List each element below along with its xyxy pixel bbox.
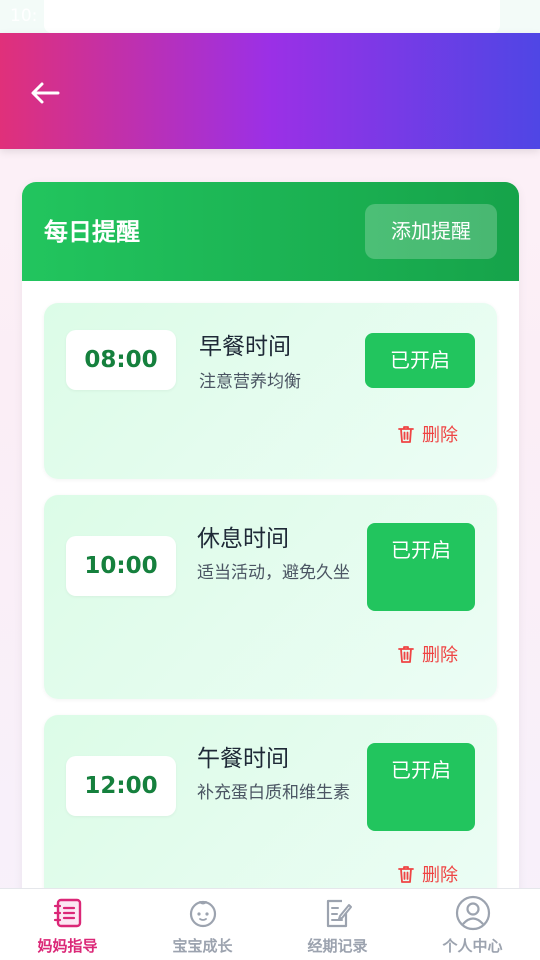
panel-header: 每日提醒 添加提醒 bbox=[22, 182, 519, 281]
bottom-tab-bar: 妈妈指导 宝宝成长 经期记录 个人中心 bbox=[0, 888, 540, 960]
tab-mom-guide[interactable]: 妈妈指导 bbox=[0, 889, 135, 960]
delete-label: 删除 bbox=[422, 865, 458, 886]
panel-title: 每日提醒 bbox=[44, 218, 140, 246]
delete-reminder-button[interactable]: 删除 bbox=[396, 421, 458, 447]
status-bar: 10: bbox=[0, 0, 540, 33]
edit-note-icon bbox=[326, 899, 352, 928]
reminder-toggle-button[interactable]: 已开启 bbox=[367, 743, 475, 831]
add-reminder-button[interactable]: 添加提醒 bbox=[365, 204, 497, 259]
daily-reminders-panel: 每日提醒 添加提醒 08:00 早餐时间 注意营养均衡 已开启 删除 10:00… bbox=[22, 182, 519, 902]
reminder-toggle-button[interactable]: 已开启 bbox=[365, 333, 475, 388]
tab-label: 个人中心 bbox=[442, 937, 503, 955]
status-time: 10: bbox=[10, 6, 38, 26]
baby-face-icon bbox=[189, 900, 216, 928]
reminder-title: 早餐时间 bbox=[199, 334, 291, 360]
user-circle-icon bbox=[455, 895, 490, 931]
tab-label: 妈妈指导 bbox=[37, 937, 98, 955]
tab-baby-growth[interactable]: 宝宝成长 bbox=[135, 889, 270, 960]
reminder-title: 休息时间 bbox=[197, 526, 289, 552]
reminder-desc: 补充蛋白质和维生素 bbox=[197, 783, 350, 803]
trash-icon bbox=[398, 866, 414, 883]
delete-label: 删除 bbox=[422, 425, 458, 446]
trash-icon bbox=[398, 426, 414, 443]
back-button[interactable] bbox=[28, 73, 68, 113]
reminder-time: 12:00 bbox=[66, 756, 176, 816]
reminder-time: 08:00 bbox=[66, 330, 176, 390]
reminder-card: 08:00 早餐时间 注意营养均衡 已开启 删除 bbox=[44, 303, 497, 479]
tab-personal-center[interactable]: 个人中心 bbox=[405, 889, 540, 960]
delete-reminder-button[interactable]: 删除 bbox=[396, 641, 458, 667]
status-bar-cutout bbox=[44, 0, 500, 33]
reminder-card: 12:00 午餐时间 补充蛋白质和维生素 已开启 删除 bbox=[44, 715, 497, 902]
delete-label: 删除 bbox=[422, 645, 458, 666]
tab-period-record[interactable]: 经期记录 bbox=[270, 889, 405, 960]
reminder-time: 10:00 bbox=[66, 536, 176, 596]
reminder-card: 10:00 休息时间 适当活动，避免久坐 已开启 删除 bbox=[44, 495, 497, 699]
tab-label: 宝宝成长 bbox=[172, 937, 233, 955]
reminder-desc: 适当活动，避免久坐 bbox=[197, 563, 350, 583]
app-header bbox=[0, 33, 540, 149]
trash-icon bbox=[398, 646, 414, 663]
reminder-toggle-button[interactable]: 已开启 bbox=[367, 523, 475, 611]
reminder-desc: 注意营养均衡 bbox=[199, 372, 301, 392]
arrow-left-icon bbox=[31, 82, 60, 104]
reminder-title: 午餐时间 bbox=[197, 746, 289, 772]
list-doc-icon bbox=[53, 898, 81, 928]
tab-label: 经期记录 bbox=[307, 937, 368, 955]
delete-reminder-button[interactable]: 删除 bbox=[396, 861, 458, 887]
